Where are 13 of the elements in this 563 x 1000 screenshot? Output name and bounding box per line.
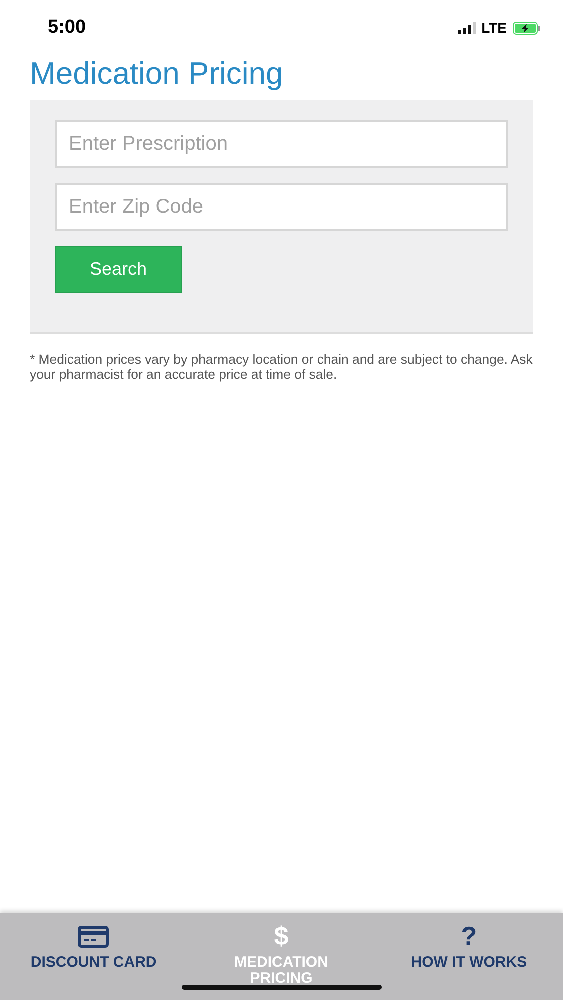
zip-code-field[interactable]: Enter Zip Code [55, 183, 508, 231]
prescription-field[interactable]: Enter Prescription [55, 120, 508, 168]
page-title: Medication Pricing [30, 56, 284, 93]
status-time: 5:00 [48, 17, 88, 39]
network-label: LTE [482, 20, 507, 36]
signal-icon [458, 22, 476, 34]
battery-icon [513, 22, 541, 34]
tab-icon: ? [461, 923, 478, 951]
credit-card-icon [78, 926, 110, 948]
tab-item[interactable]: ? HOW IT WORKS [375, 913, 563, 1000]
tab-item[interactable]: DISCOUNT CARD [0, 913, 188, 1000]
disclaimer-text: * Medication prices vary by pharmacy location or chain and are subject to change. Ask your pharmacist for an accurate price at time of sale. [30, 352, 533, 382]
tab-icon: $ [274, 923, 289, 951]
